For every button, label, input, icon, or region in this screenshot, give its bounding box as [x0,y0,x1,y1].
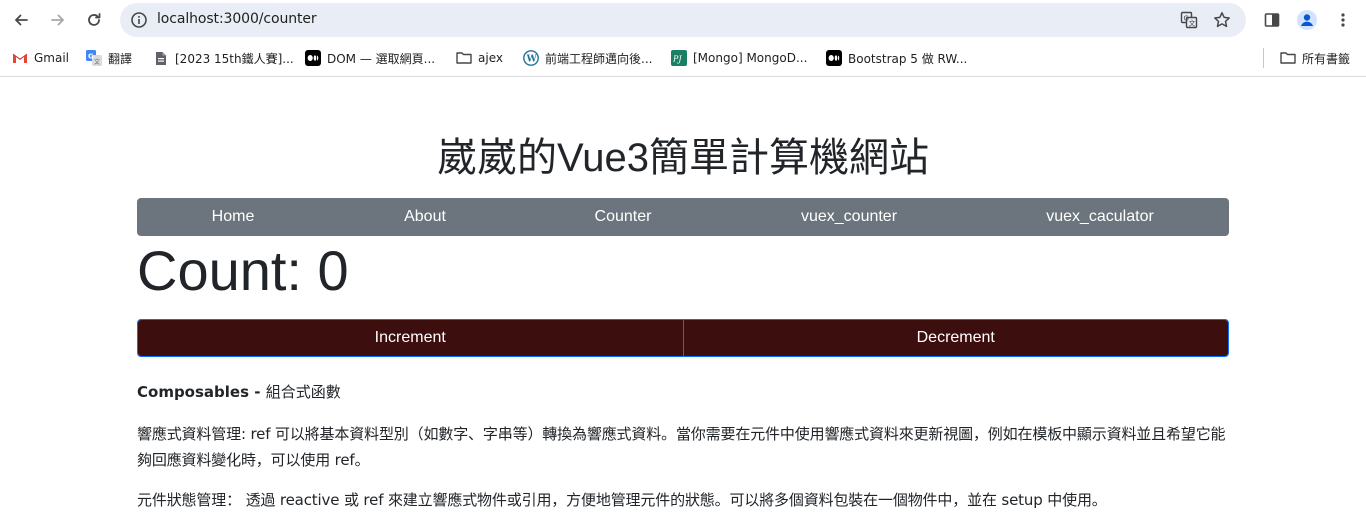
bookmark-label: 翻譯 [108,51,133,66]
svg-text:PJ: PJ [672,55,682,64]
paragraph-ref: 響應式資料管理: ref 可以將基本資料型別（如數字、字串等）轉換為響應式資料。… [137,425,1226,469]
medium-icon [826,50,842,66]
bookmark-label: [Mongo] MongoD... [693,51,808,65]
profile-button[interactable] [1296,9,1318,31]
browser-toolbar: localhost:3000/counter G文 [0,0,1366,40]
svg-text:W: W [526,55,538,65]
gmail-icon [12,50,28,66]
bookmark-frontend[interactable]: W 前端工程師邁向後... [523,49,652,67]
folder-icon [456,50,472,66]
bookmark-dom[interactable]: DOM — 選取網頁... [305,49,435,67]
bookmark-mongo[interactable]: PJ [Mongo] MongoD... [671,49,807,67]
kebab-menu-icon [1341,13,1345,27]
nav-vuex-counter[interactable]: vuex_counter [801,198,897,236]
pj-icon: PJ [671,50,687,66]
bookmark-label: Bootstrap 5 做 RW... [848,51,968,66]
menu-button[interactable] [1332,9,1354,31]
bookmark-label: DOM — 選取網頁... [327,51,436,66]
nav-vuex-caculator[interactable]: vuex_caculator [1046,198,1154,236]
bookmark-ajex[interactable]: ajex [456,49,503,67]
bookmark-gmail[interactable]: Gmail [12,49,69,67]
bookmark-translate[interactable]: G文 翻譯 [86,49,132,67]
bookmark-bootstrap[interactable]: Bootstrap 5 做 RW... [826,49,967,67]
bookmarks-divider [1263,48,1264,68]
medium-icon [305,50,321,66]
folder-icon [1280,50,1296,66]
reload-icon [88,13,101,26]
side-panel-icon [1264,13,1280,27]
url-text: localhost:3000/counter [157,11,317,27]
paragraph-state: 元件狀態管理： 透過 reactive 或 ref 來建立響應式物件或引用，方便… [137,491,1107,509]
reload-button[interactable] [82,8,106,32]
all-bookmarks[interactable]: 所有書籤 [1280,49,1350,67]
back-arrow-icon [15,14,28,26]
address-bar[interactable]: localhost:3000/counter G文 [120,3,1246,37]
document-icon [153,50,169,66]
heading-bold: Composables - [137,383,266,401]
forward-arrow-icon [51,14,64,26]
bookmark-ithome[interactable]: [2023 15th鐵人賽]... [153,49,294,67]
svg-text:文: 文 [1189,19,1196,28]
bookmark-label: 前端工程師邁向後... [545,51,653,66]
nav-home[interactable]: Home [212,198,255,236]
side-panel-button[interactable] [1261,9,1283,31]
nav-about[interactable]: About [404,198,446,236]
bookmarks-bar: Gmail G文 翻譯 [2023 15th鐵人賽]... DOM — 選取網頁… [0,40,1366,77]
site-title: 崴崴的Vue3簡單計算機網站 [437,136,929,180]
forward-button[interactable] [46,8,70,32]
site-info-icon[interactable] [130,11,148,29]
main-navbar: Home About Counter vuex_counter vuex_cac… [137,198,1229,236]
bookmark-star-icon[interactable] [1213,11,1231,29]
increment-button[interactable]: Increment [138,320,683,356]
google-translate-icon: G文 [86,50,102,66]
avatar-icon [1297,10,1317,30]
counter-button-group: Increment Decrement [137,319,1229,357]
bookmark-label: ajex [478,51,503,65]
heading-subtitle: 組合式函數 [265,383,341,401]
section-heading: Composables - 組合式函數 [137,380,1229,404]
count-display: Count: 0 [137,239,349,302]
content-section: Composables - 組合式函數 響應式資料管理: ref 可以將基本資料… [137,380,1229,522]
all-bookmarks-label: 所有書籤 [1302,51,1351,66]
svg-text:文: 文 [94,58,100,66]
back-button[interactable] [9,8,33,32]
nav-counter[interactable]: Counter [595,198,652,236]
translate-icon[interactable]: G文 [1180,11,1198,29]
bookmark-label: Gmail [34,51,70,65]
bookmark-label: [2023 15th鐵人賽]... [175,51,294,66]
decrement-button[interactable]: Decrement [682,320,1228,356]
wordpress-icon: W [523,50,539,66]
